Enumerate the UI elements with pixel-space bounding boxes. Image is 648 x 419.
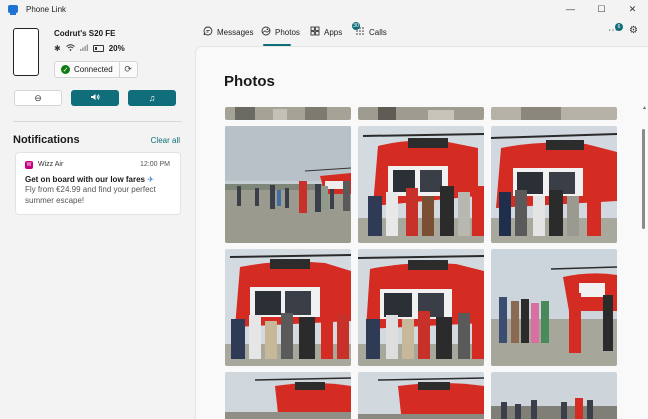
volume-button[interactable]: [71, 90, 119, 106]
do-not-disturb-icon: ⊖: [34, 92, 42, 103]
device-status-row: ✱ 20%: [54, 44, 125, 53]
close-button[interactable]: ✕: [617, 0, 648, 18]
settings-button[interactable]: ⚙: [629, 25, 638, 36]
photo-tile[interactable]: [358, 107, 484, 120]
photo-tile[interactable]: [225, 107, 351, 120]
quick-actions: ⊖ ♫: [14, 90, 176, 106]
notification-app-name: Wizz Air: [38, 161, 64, 168]
notification-time: 12:00 PM: [140, 161, 170, 168]
divider: [13, 121, 182, 122]
tab-messages-label: Messages: [217, 27, 254, 37]
notification-headline-text: Get on board with our low fares: [25, 175, 146, 184]
photo-tile[interactable]: [358, 249, 484, 366]
page-title: Photos: [224, 73, 275, 90]
title-bar: Phone Link — ☐ ✕: [0, 0, 648, 18]
scrollbar-thumb[interactable]: [642, 129, 645, 229]
photos-icon: [261, 26, 271, 38]
photo-tile[interactable]: [225, 126, 351, 243]
top-navigation: Messages Photos Apps 30 Calls ⋯ 6 ⚙: [195, 18, 648, 46]
notification-body: Fly from €24.99 and find your perfect su…: [25, 185, 156, 205]
photo-tile[interactable]: [491, 249, 617, 366]
notification-count-badge: 6: [615, 23, 623, 31]
bluetooth-icon: ✱: [54, 44, 61, 53]
photo-tile[interactable]: [358, 126, 484, 243]
vertical-scrollbar[interactable]: [642, 107, 645, 417]
tab-photos-label: Photos: [275, 27, 300, 37]
photo-tile[interactable]: [225, 372, 351, 419]
battery-icon: [92, 45, 104, 52]
connection-status: ✓ Connected: [55, 62, 120, 77]
phone-link-window: Phone Link — ☐ ✕ Codrut's S20 FE ✱ 20% ✓…: [0, 0, 648, 419]
tab-photos[interactable]: Photos: [261, 24, 300, 40]
window-controls: — ☐ ✕: [555, 0, 648, 18]
maximize-button[interactable]: ☐: [586, 0, 617, 18]
calls-badge: 30: [352, 22, 360, 30]
device-name: Codrut's S20 FE: [54, 29, 116, 38]
do-not-disturb-button[interactable]: ⊖: [14, 90, 62, 106]
tab-apps-label: Apps: [324, 27, 343, 37]
music-icon: ♫: [148, 93, 156, 103]
wifi-icon: [65, 44, 75, 53]
tab-apps[interactable]: Apps: [310, 24, 342, 40]
connection-label: Connected: [74, 65, 113, 74]
check-icon: ✓: [61, 65, 70, 74]
refresh-button[interactable]: ⟳: [120, 62, 137, 77]
volume-icon: [90, 93, 100, 103]
tab-calls[interactable]: 30 Calls: [352, 22, 387, 40]
window-title: Phone Link: [26, 4, 67, 14]
tab-messages[interactable]: Messages: [203, 24, 253, 40]
signal-icon: [79, 44, 88, 53]
left-panel: Codrut's S20 FE ✱ 20% ✓ Connected ⟳ ⊖ ♫ …: [0, 18, 195, 419]
refresh-icon: ⟳: [124, 64, 132, 74]
connection-status-box: ✓ Connected ⟳: [54, 61, 138, 78]
photo-grid: [225, 107, 618, 419]
notification-card[interactable]: W Wizz Air 12:00 PM Get on board with ou…: [15, 152, 181, 215]
minimize-button[interactable]: —: [555, 0, 586, 18]
notifications-heading: Notifications: [13, 134, 80, 146]
photos-content: Photos ▲: [195, 46, 648, 419]
calls-icon: 30: [352, 22, 365, 38]
messages-icon: [203, 26, 213, 38]
airplane-icon: ✈: [147, 175, 154, 184]
notification-headline: Get on board with our low fares ✈: [25, 175, 154, 184]
photo-tile[interactable]: [491, 107, 617, 120]
photo-tile[interactable]: [491, 126, 617, 243]
phone-link-app-icon: [8, 5, 18, 15]
wizz-air-app-icon: W: [25, 161, 33, 169]
tab-calls-label: Calls: [369, 27, 387, 37]
photo-tile[interactable]: [491, 372, 617, 419]
apps-icon: [310, 26, 320, 38]
photo-tile[interactable]: [358, 372, 484, 419]
gear-icon: ⚙: [629, 25, 638, 36]
photo-tile[interactable]: [225, 249, 351, 366]
phone-image: [13, 28, 39, 76]
battery-percent: 20%: [108, 44, 125, 53]
music-button[interactable]: ♫: [128, 90, 176, 106]
clear-all-link[interactable]: Clear all: [151, 136, 180, 145]
